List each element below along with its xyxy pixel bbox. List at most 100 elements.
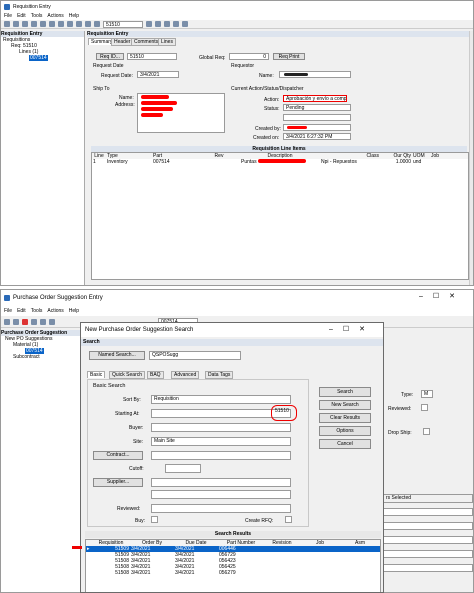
- create-rfq-label: Create RFQ:: [245, 518, 274, 524]
- menu-actions[interactable]: Actions: [47, 13, 63, 19]
- req-id-field[interactable]: 51510: [127, 53, 177, 60]
- clear-results-button[interactable]: Clear Results: [319, 413, 371, 423]
- redaction-mark: [141, 95, 169, 99]
- table-row[interactable]: 1 Inventory 007514 Puntas Npi - Repuesto…: [92, 159, 468, 165]
- menu-help[interactable]: Help: [69, 308, 79, 314]
- named-search-select[interactable]: QSPOSugg: [149, 351, 241, 360]
- nav-last-icon[interactable]: [173, 21, 179, 27]
- menu-tools[interactable]: Tools: [31, 308, 43, 314]
- starting-at-value[interactable]: 51510: [271, 405, 297, 421]
- menu-file[interactable]: File: [4, 13, 12, 19]
- drop-ship-checkbox[interactable]: [423, 428, 430, 435]
- menu-help[interactable]: Help: [69, 13, 79, 19]
- tab-comments[interactable]: Comments: [131, 38, 162, 46]
- starting-at-field[interactable]: [151, 409, 291, 418]
- buy-checkbox[interactable]: [151, 516, 158, 523]
- tab-quick-search[interactable]: Quick Search: [109, 371, 146, 379]
- tab-basic[interactable]: Basic: [87, 371, 106, 378]
- right-field-3[interactable]: [383, 536, 473, 544]
- tree-node-line-part[interactable]: 007514: [29, 55, 48, 61]
- req-print-button[interactable]: Req Print: [273, 53, 305, 60]
- search-icon[interactable]: [94, 21, 100, 27]
- req-id-button[interactable]: Req ID...: [96, 53, 124, 60]
- tab-baq[interactable]: BAQ: [147, 371, 164, 379]
- reviewed-checkbox[interactable]: [421, 404, 428, 411]
- menu-actions[interactable]: Actions: [47, 308, 63, 314]
- global-req-field: 0: [229, 53, 269, 60]
- reviewed-filter-label: Reviewed:: [117, 506, 141, 512]
- action-field[interactable]: Aprobación y envío a compras: [283, 95, 347, 102]
- cell-line: 1: [93, 159, 96, 165]
- help-icon[interactable]: [182, 21, 188, 27]
- delete-icon[interactable]: [22, 21, 28, 27]
- site-select[interactable]: Main Site: [151, 437, 291, 446]
- reviewed-filter-select[interactable]: [151, 504, 291, 513]
- buyer-select[interactable]: [151, 423, 291, 432]
- new-icon[interactable]: [4, 318, 10, 325]
- new-icon[interactable]: [4, 21, 10, 27]
- search-button[interactable]: Search: [319, 387, 371, 397]
- tab-lines[interactable]: Lines: [158, 38, 176, 46]
- create-rfq-checkbox[interactable]: [285, 516, 292, 523]
- save-icon[interactable]: [13, 21, 19, 27]
- title-bar: Requisition Entry: [1, 1, 473, 12]
- nav-first-icon[interactable]: [146, 21, 152, 27]
- menu-bar: File Edit Tools Actions Help: [1, 306, 473, 316]
- request-date-field[interactable]: 3/4/2021: [137, 71, 179, 78]
- options-button[interactable]: Options: [319, 426, 371, 436]
- window-controls[interactable]: –☐✕: [419, 292, 465, 300]
- contract-field[interactable]: [151, 451, 291, 460]
- ship-to-address-field[interactable]: [137, 93, 225, 133]
- menu-tools[interactable]: Tools: [31, 13, 43, 19]
- redaction-mark: [141, 107, 173, 111]
- toolbar-key-field[interactable]: 51510: [103, 20, 143, 28]
- supplier-field[interactable]: [151, 478, 291, 487]
- new-search-button[interactable]: New Search: [319, 400, 371, 410]
- vertical-scrollbar[interactable]: [469, 31, 473, 285]
- refresh-icon[interactable]: [31, 21, 37, 27]
- dialog-window-controls[interactable]: –☐✕: [329, 325, 375, 333]
- nav-next-icon[interactable]: [164, 21, 170, 27]
- attach-icon[interactable]: [85, 21, 91, 27]
- cell-asm: [340, 570, 380, 576]
- status-extra-field: [283, 114, 351, 121]
- table-row[interactable]: 51508 3/4/2021 3/4/2021 056279: [86, 570, 380, 576]
- buyers-selected-field[interactable]: rs Selected: [383, 494, 473, 503]
- refresh-icon[interactable]: [31, 318, 37, 325]
- supplier-button[interactable]: Supplier...: [93, 478, 143, 487]
- save-icon[interactable]: [13, 318, 19, 325]
- named-search-button[interactable]: Named Search...: [89, 351, 145, 360]
- right-field-4[interactable]: [383, 550, 473, 558]
- tab-data-tags[interactable]: Data Tags: [205, 371, 234, 379]
- created-on-field: 3/4/2021 6:27:32 PM: [283, 133, 351, 140]
- delete-icon[interactable]: [22, 318, 28, 325]
- cancel-button[interactable]: Cancel: [319, 439, 371, 449]
- menu-file[interactable]: File: [4, 308, 12, 314]
- menu-edit[interactable]: Edit: [17, 13, 26, 19]
- tab-advanced[interactable]: Advanced: [171, 371, 200, 379]
- requestor-name-field[interactable]: [279, 71, 351, 78]
- menu-edit[interactable]: Edit: [17, 308, 26, 314]
- cut-icon[interactable]: [49, 21, 55, 27]
- cell-description-text: Puntas: [241, 159, 257, 165]
- right-field-1[interactable]: [383, 508, 473, 516]
- cut-icon[interactable]: [49, 318, 55, 325]
- tree-node-subcontract[interactable]: Subcontract: [1, 354, 82, 360]
- print-icon[interactable]: [40, 21, 46, 27]
- cutoff-select[interactable]: [165, 464, 201, 473]
- sort-by-select[interactable]: Requisition: [151, 395, 291, 404]
- search-header: Search: [81, 339, 383, 346]
- basic-search-caption: Basic Search: [93, 383, 126, 389]
- search-dialog: New Purchase Order Suggestion Search –☐✕…: [80, 322, 384, 593]
- paste-icon[interactable]: [67, 21, 73, 27]
- redaction-mark: [284, 73, 308, 76]
- contract-button[interactable]: Contract...: [93, 451, 143, 460]
- cell-our-qty: 1.0000: [395, 159, 411, 165]
- line-items-table: Line Type Part Rev Description Class Our…: [92, 153, 468, 165]
- copy-icon[interactable]: [58, 21, 64, 27]
- right-field-2[interactable]: [383, 522, 473, 530]
- nav-prev-icon[interactable]: [155, 21, 161, 27]
- undo-icon[interactable]: [76, 21, 82, 27]
- print-icon[interactable]: [40, 318, 46, 325]
- right-field-5[interactable]: [383, 564, 473, 572]
